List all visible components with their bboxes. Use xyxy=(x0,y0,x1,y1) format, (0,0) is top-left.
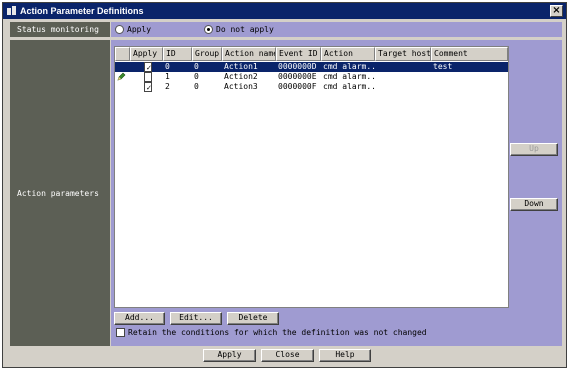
header-action[interactable]: Action xyxy=(321,47,375,61)
up-button[interactable]: Up xyxy=(510,143,558,156)
status-monitoring-label-text: Status monitoring xyxy=(17,25,99,34)
window-title: Action Parameter Definitions xyxy=(20,6,144,16)
header-target-host[interactable]: Target host xyxy=(375,47,431,61)
id-cell: 0 xyxy=(165,62,170,71)
table-row[interactable]: ✓ 0 0 Action1 0000000D cmd alarm... test xyxy=(115,62,508,72)
apply-cell[interactable]: ✓ xyxy=(130,82,163,92)
radio-do-not-apply-dot[interactable] xyxy=(204,25,213,34)
add-button[interactable]: Add... xyxy=(114,312,165,325)
id-cell: 1 xyxy=(165,72,170,81)
row-marker xyxy=(115,62,130,72)
target-host-cell xyxy=(375,62,431,72)
down-button[interactable]: Down xyxy=(510,198,558,211)
event-id-cell: 0000000F xyxy=(278,82,317,91)
event-id-cell: 0000000D xyxy=(278,62,317,71)
comment-cell: test xyxy=(433,62,453,71)
group-cell: 0 xyxy=(194,82,199,91)
row-marker xyxy=(115,82,130,92)
comment-cell xyxy=(431,82,508,92)
action-name-cell: Action3 xyxy=(224,82,258,91)
table-row[interactable]: ✓ 2 0 Action3 0000000F cmd alarm... xyxy=(115,82,508,92)
action-cell: cmd alarm... xyxy=(323,82,375,91)
action-parameters-label: Action parameters xyxy=(10,40,110,346)
action-cell: cmd alarm... xyxy=(323,72,375,81)
id-cell: 2 xyxy=(165,82,170,91)
status-monitoring-label: Status monitoring xyxy=(10,22,110,37)
retain-checkbox[interactable] xyxy=(116,328,125,337)
comment-cell xyxy=(431,72,508,82)
apply-cell[interactable] xyxy=(130,72,163,82)
header-action-name[interactable]: Action name xyxy=(222,47,276,61)
apply-checkbox[interactable]: ✓ xyxy=(143,82,152,92)
target-host-cell xyxy=(375,72,431,82)
radio-apply-label: Apply xyxy=(127,25,152,34)
apply-checkbox[interactable]: ✓ xyxy=(143,62,152,72)
radio-do-not-apply[interactable]: Do not apply xyxy=(204,25,274,34)
action-cell: cmd alarm... xyxy=(323,62,375,71)
dialog-window: Action Parameter Definitions × Status mo… xyxy=(2,2,567,368)
radio-do-not-apply-label: Do not apply xyxy=(216,25,274,34)
apply-checkbox[interactable] xyxy=(143,72,152,82)
action-parameters-label-text: Action parameters xyxy=(17,188,99,198)
event-id-cell: 0000000E xyxy=(278,72,317,81)
retain-label: Retain the conditions for which the defi… xyxy=(128,328,427,337)
apply-cell[interactable]: ✓ xyxy=(130,62,163,72)
header-comment[interactable]: Comment xyxy=(431,47,508,61)
action-name-cell: Action1 xyxy=(224,62,258,71)
group-cell: 0 xyxy=(194,62,199,71)
pencil-icon xyxy=(117,72,126,81)
action-name-cell: Action2 xyxy=(224,72,258,81)
header-apply[interactable]: Apply xyxy=(130,47,163,61)
group-cell: 0 xyxy=(194,72,199,81)
edit-button[interactable]: Edit... xyxy=(170,312,222,325)
delete-button[interactable]: Delete xyxy=(227,312,279,325)
radio-apply[interactable]: Apply xyxy=(115,25,151,34)
header-id[interactable]: ID xyxy=(163,47,192,61)
radio-apply-dot[interactable] xyxy=(115,25,124,34)
row-marker xyxy=(115,72,130,82)
table-header: Apply ID Group Action name Event ID Acti… xyxy=(115,47,508,61)
header-marker xyxy=(115,47,130,61)
header-event-id[interactable]: Event ID xyxy=(276,47,321,61)
target-host-cell xyxy=(375,82,431,92)
close-icon[interactable]: × xyxy=(550,5,563,17)
app-icon xyxy=(7,6,17,16)
table-row[interactable]: 1 0 Action2 0000000E cmd alarm... xyxy=(115,72,508,82)
header-group[interactable]: Group xyxy=(192,47,222,61)
title-bar: Action Parameter Definitions × xyxy=(3,3,566,19)
apply-button[interactable]: Apply xyxy=(203,349,256,362)
action-table[interactable]: Apply ID Group Action name Event ID Acti… xyxy=(114,46,509,308)
close-button[interactable]: Close xyxy=(261,349,314,362)
help-button[interactable]: Help xyxy=(319,349,371,362)
status-monitoring-options: Apply Do not apply xyxy=(111,22,562,37)
